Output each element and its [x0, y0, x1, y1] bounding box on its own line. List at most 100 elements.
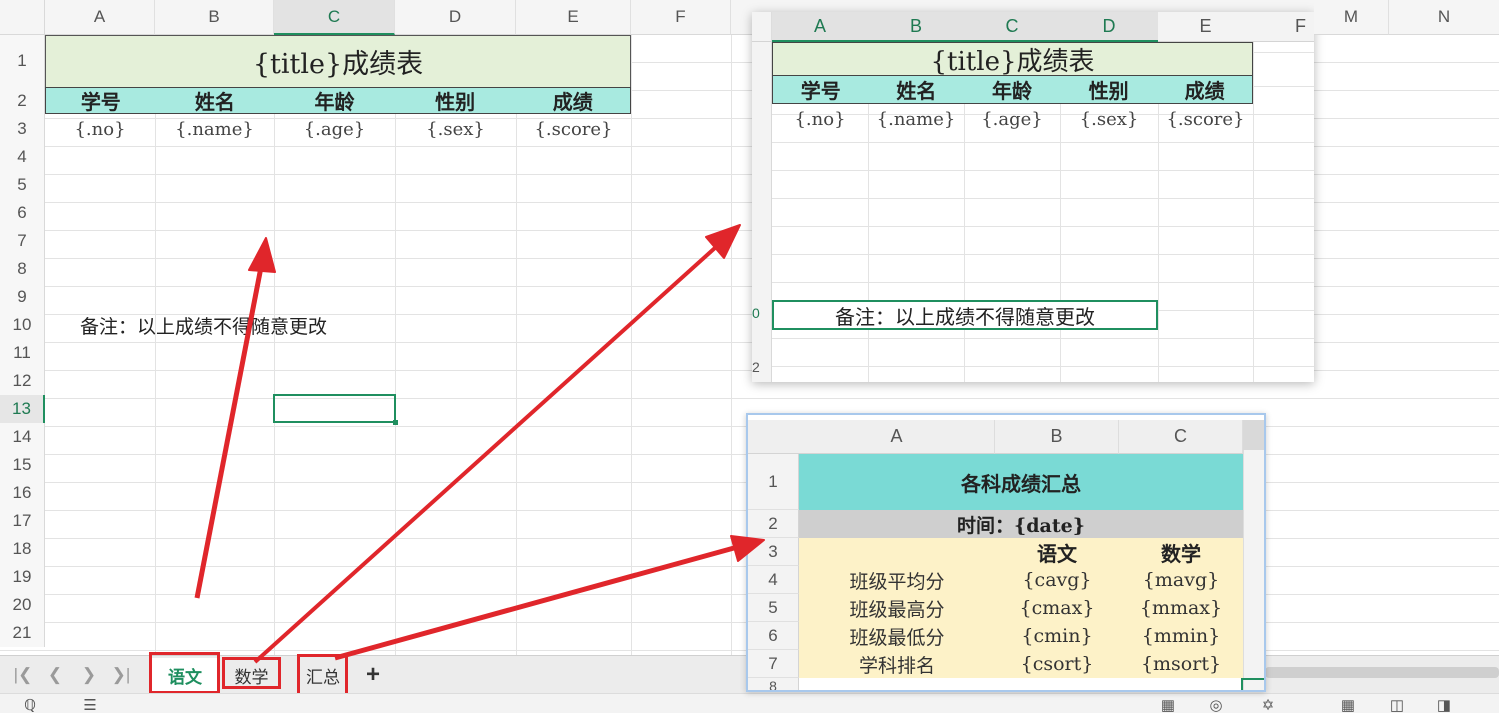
row-header-9[interactable]: 9 — [0, 283, 45, 311]
column-header-d[interactable]: D — [395, 0, 516, 35]
template-title-cell[interactable]: {title}成绩表 — [45, 35, 631, 87]
column-header-e[interactable]: E — [516, 0, 631, 35]
preview1-col-d: D — [1060, 12, 1158, 42]
placeholder-sex[interactable]: {.sex} — [395, 115, 516, 143]
preview2-stat-row: 学科排名 {csort} {msort} — [799, 650, 1243, 678]
preview2-stat-chinese: {cavg} — [1022, 569, 1092, 591]
placeholder-no[interactable]: {.no} — [45, 115, 155, 143]
protect-eye-icon[interactable]: ◎ — [1206, 696, 1226, 713]
column-header-m[interactable]: M — [1314, 0, 1389, 35]
preview2-stat-label: 班级最高分 — [849, 598, 945, 621]
row-header-16[interactable]: 16 — [0, 479, 45, 507]
preview1-placeholder-score: {.score} — [1166, 108, 1245, 130]
preview1-row-gutter — [752, 42, 772, 382]
row-header-4[interactable]: 4 — [0, 143, 45, 171]
next-sheet-icon[interactable]: ❯ — [78, 664, 100, 686]
preview-summary-sheet: A B C 1 2 3 4 5 6 7 8 各科成绩汇总 时间：{date} 语… — [746, 413, 1266, 692]
preview2-stat-row: 班级最高分 {cmax} {mmax} — [799, 594, 1243, 622]
prev-sheet-icon[interactable]: ❮ — [44, 664, 66, 686]
spellcheck-icon[interactable]: ℚ — [20, 696, 40, 713]
preview2-stat-chinese: {cmax} — [1019, 597, 1095, 619]
row-header-15[interactable]: 15 — [0, 451, 45, 479]
placeholder-name[interactable]: {.name} — [155, 115, 274, 143]
row-header-7[interactable]: 7 — [0, 227, 45, 255]
preview1-note-cell: 备注：以上成绩不得随意更改 — [772, 300, 1158, 330]
preview1-col-e: E — [1158, 12, 1253, 42]
column-header-b[interactable]: B — [155, 0, 274, 35]
preview1-header-score: 成绩 — [1184, 79, 1225, 103]
placeholder-score[interactable]: {.score} — [516, 115, 631, 143]
zoom-center-icon[interactable]: ✡ — [1258, 696, 1278, 713]
row-header-20[interactable]: 20 — [0, 591, 45, 619]
row-header-21[interactable]: 21 — [0, 619, 45, 647]
preview2-subject-math: 数学 — [1161, 541, 1201, 566]
header-name[interactable]: 姓名 — [156, 88, 275, 114]
preview2-col-b: B — [995, 420, 1119, 454]
header-score[interactable]: 成绩 — [515, 88, 630, 114]
row-header-12[interactable]: 12 — [0, 367, 45, 395]
header-age[interactable]: 年龄 — [274, 88, 395, 114]
row-header-18[interactable]: 18 — [0, 535, 45, 563]
preview-chinese-sheet: A B C D E F {title}成绩表 学号 姓名 年龄 性别 成绩 {.… — [752, 12, 1314, 382]
preview2-stats-table: 语文 数学 班级平均分 {cavg} {mavg} 班级最高分 {cmax} {… — [799, 538, 1243, 678]
row-header-3[interactable]: 3 — [0, 115, 45, 143]
page-layout-icon[interactable]: ▦ — [1158, 696, 1178, 713]
preview1-placeholder-sex: {.sex} — [1079, 108, 1139, 130]
row-header-8[interactable]: 8 — [0, 255, 45, 283]
preview1-placeholder-name: {.name} — [876, 108, 956, 130]
row-header-17[interactable]: 17 — [0, 507, 45, 535]
preview1-title: {title}成绩表 — [772, 42, 1253, 77]
preview2-stat-math: {mavg} — [1142, 569, 1220, 591]
preview1-placeholder-age: {.age} — [981, 108, 1043, 130]
row-header-19[interactable]: 19 — [0, 563, 45, 591]
preview2-scroll-track — [1243, 420, 1264, 690]
last-sheet-icon[interactable]: ❯| — [110, 664, 132, 686]
select-all-corner[interactable] — [0, 0, 45, 35]
active-cell-c13[interactable] — [273, 394, 398, 425]
horizontal-scrollbar[interactable] — [1265, 667, 1499, 678]
row-header-2[interactable]: 2 — [0, 87, 45, 115]
template-header-row: 学号 姓名 年龄 性别 成绩 — [45, 87, 631, 114]
preview1-placeholder-no: {.no} — [794, 108, 846, 130]
row-header-1[interactable]: 1 — [0, 35, 45, 87]
column-header-c[interactable]: C — [274, 0, 395, 35]
row-header-14[interactable]: 14 — [0, 423, 45, 451]
preview2-col-c: C — [1119, 420, 1243, 454]
note-cell[interactable]: 备注：以上成绩不得随意更改 — [80, 312, 327, 339]
preview2-stat-math: {msort} — [1140, 653, 1222, 675]
preview2-col-a: A — [799, 420, 995, 454]
macro-icon[interactable]: ☰ — [80, 696, 100, 713]
preview2-row-8: 8 — [748, 678, 799, 690]
preview1-col-f: F — [1253, 12, 1314, 42]
preview2-selection-edge — [1241, 678, 1264, 690]
preview2-stat-chinese: {csort} — [1020, 653, 1094, 675]
reading-view-icon[interactable]: ◨ — [1434, 696, 1454, 713]
placeholder-age[interactable]: {.age} — [274, 115, 395, 143]
column-header-f[interactable]: F — [631, 0, 731, 35]
preview1-header-age: 年龄 — [991, 79, 1032, 103]
preview2-subject-chinese: 语文 — [1037, 541, 1077, 566]
page-break-view-icon[interactable]: ◫ — [1387, 696, 1407, 713]
normal-view-icon[interactable]: ▦ — [1338, 696, 1358, 713]
row-header-6[interactable]: 6 — [0, 199, 45, 227]
row-header-5[interactable]: 5 — [0, 171, 45, 199]
preview1-corner — [752, 12, 772, 42]
preview2-stat-label: 学科排名 — [858, 654, 935, 677]
column-header-n[interactable]: N — [1389, 0, 1499, 35]
preview1-header-no: 学号 — [800, 79, 841, 103]
first-sheet-icon[interactable]: |❮ — [12, 664, 34, 686]
preview2-row-6: 6 — [748, 622, 799, 650]
preview1-col-c: C — [964, 12, 1060, 42]
add-sheet-button[interactable]: + — [360, 661, 386, 688]
preview2-subject-header-row: 语文 数学 — [799, 538, 1243, 566]
preview2-row-7: 7 — [748, 650, 799, 678]
preview1-col-b: B — [868, 12, 964, 42]
column-header-a[interactable]: A — [45, 0, 155, 35]
preview1-row-fragment: 2 — [752, 359, 760, 375]
header-student-no[interactable]: 学号 — [46, 88, 156, 114]
row-header-10[interactable]: 10 — [0, 311, 45, 339]
header-sex[interactable]: 性别 — [395, 88, 516, 114]
preview2-stat-row: 班级平均分 {cavg} {mavg} — [799, 566, 1243, 594]
row-header-11[interactable]: 11 — [0, 339, 45, 367]
row-header-13[interactable]: 13 — [0, 395, 45, 423]
